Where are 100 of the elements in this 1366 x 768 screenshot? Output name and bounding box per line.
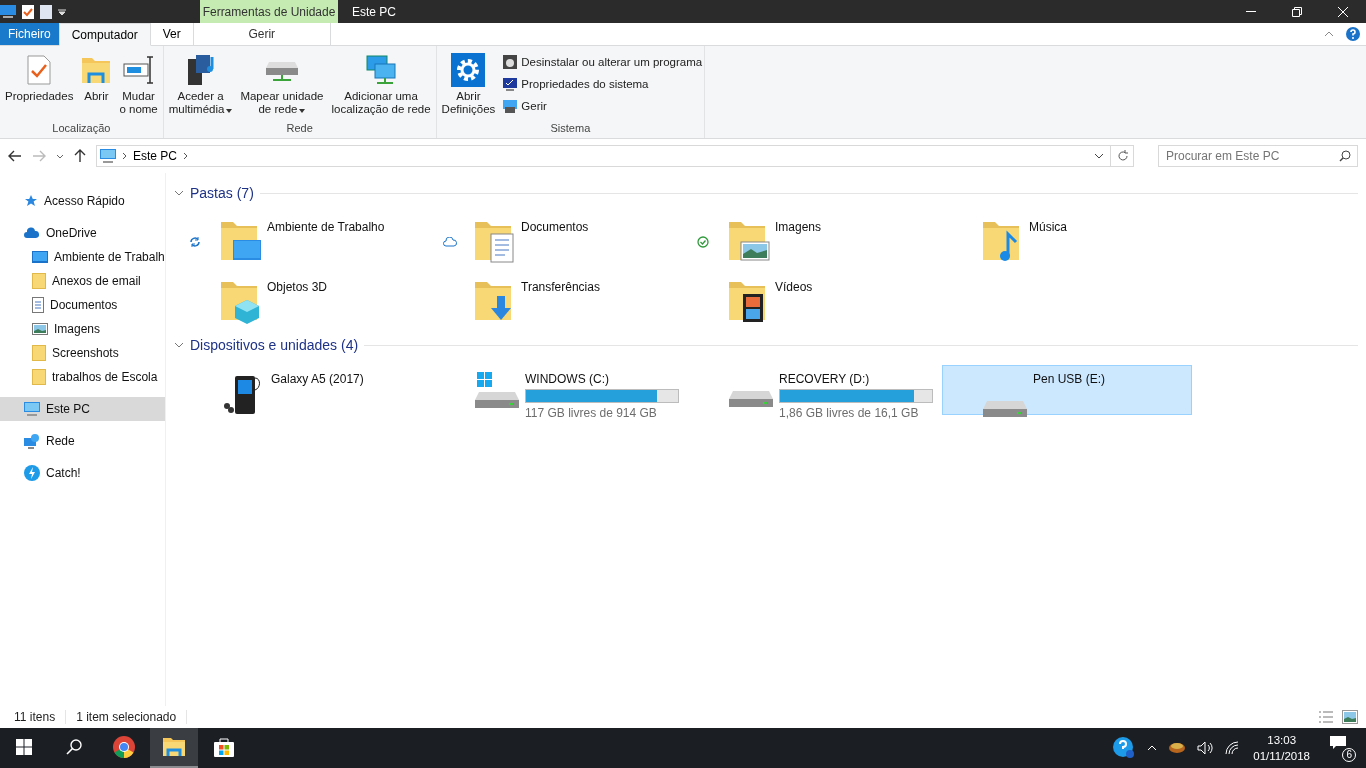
- history-caret-icon[interactable]: [1094, 153, 1104, 159]
- close-icon[interactable]: [1338, 6, 1348, 17]
- ribbon-tab[interactable]: Ver: [150, 23, 193, 45]
- ribbon-command[interactable]: Aceder a multimédia: [165, 50, 236, 120]
- document-icon: [32, 297, 44, 313]
- ribbon-command[interactable]: Abrir: [78, 50, 115, 120]
- ribbon-command[interactable]: Propriedades: [2, 50, 77, 120]
- computer-icon: [100, 149, 116, 163]
- disc-box-icon: [502, 54, 519, 70]
- tiles-view-icon[interactable]: [1342, 710, 1358, 724]
- star-icon: [24, 194, 38, 208]
- ribbon-command[interactable]: Adicionar uma localização de rede: [328, 50, 434, 120]
- ribbon-tab[interactable]: Computador: [58, 23, 151, 46]
- collapse-ribbon-icon[interactable]: [1324, 31, 1334, 37]
- computer-icon: [24, 402, 40, 416]
- network-icon: [365, 54, 398, 86]
- new-folder-icon[interactable]: [40, 4, 52, 19]
- group-label: Rede: [285, 121, 314, 136]
- monitor-check-icon: [502, 76, 519, 92]
- sidebar-item[interactable]: OneDrive: [0, 221, 165, 245]
- breadcrumb-chevron-icon[interactable]: [122, 152, 127, 160]
- sidebar-item[interactable]: Rede: [0, 429, 165, 453]
- computer-icon[interactable]: [0, 4, 16, 19]
- clock[interactable]: 13:03 01/11/2018: [1253, 732, 1310, 764]
- volume-icon[interactable]: [1197, 741, 1214, 755]
- checklist-icon: [27, 55, 52, 85]
- drive-tile[interactable]: WINDOWS (C:) 117 GB livres de 914 GB: [434, 365, 684, 415]
- sidebar-item[interactable]: Catch!: [0, 461, 165, 485]
- folder-tile[interactable]: Transferências: [434, 273, 684, 323]
- folder-icon[interactable]: [162, 737, 186, 757]
- sidebar-item[interactable]: Ambiente de Trabalh: [0, 245, 165, 269]
- folder-tile[interactable]: Ambiente de Trabalho: [180, 213, 430, 263]
- settings-icon: [451, 53, 486, 87]
- properties-icon[interactable]: [22, 4, 34, 19]
- folder-icon: [32, 369, 46, 385]
- show-hidden-icon[interactable]: [1147, 745, 1158, 751]
- breadcrumb-chevron-icon[interactable]: [183, 152, 188, 160]
- ribbon-command[interactable]: Abrir Definições: [438, 50, 499, 120]
- search-field[interactable]: Procurar em Este PC: [1158, 145, 1358, 167]
- ribbon-tab[interactable]: Ficheiro: [0, 23, 59, 45]
- ribbon-command[interactable]: Mapear unidade de rede: [237, 50, 327, 120]
- image-icon: [32, 323, 48, 335]
- sidebar-item[interactable]: Anexos de email: [0, 269, 165, 293]
- bolt-circle-icon: [24, 465, 40, 481]
- help-icon[interactable]: [1346, 27, 1360, 41]
- ribbon-command[interactable]: Gerir: [502, 96, 703, 116]
- collapse-chevron-icon[interactable]: [174, 342, 184, 348]
- notification-count: 6: [1342, 748, 1356, 762]
- notifications-icon[interactable]: [1330, 736, 1346, 750]
- folder-tile[interactable]: Música: [942, 213, 1192, 263]
- sidebar-item[interactable]: trabalhos de Escola: [0, 365, 165, 389]
- sidebar-item[interactable]: Acesso Rápido: [0, 189, 165, 213]
- breadcrumb[interactable]: Este PC: [133, 149, 177, 163]
- folder-icon: [81, 56, 112, 84]
- sidebar-item[interactable]: Documentos: [0, 293, 165, 317]
- rename-icon: [122, 55, 155, 85]
- ribbon-tab[interactable]: Gerir: [192, 23, 331, 45]
- drive-icon: [981, 400, 1029, 418]
- windows-drive-icon: [473, 370, 521, 410]
- store-bag-icon[interactable]: [213, 736, 235, 758]
- window-title: Este PC: [351, 3, 397, 21]
- address-field[interactable]: Este PC: [96, 145, 1134, 167]
- group-label: Localização: [51, 121, 112, 136]
- back-arrow-icon[interactable]: [8, 150, 22, 162]
- refresh-icon[interactable]: [1117, 150, 1129, 162]
- help-tray-icon[interactable]: [1113, 737, 1136, 759]
- computer-manage-icon: [502, 98, 519, 114]
- folder-icon: [32, 273, 46, 289]
- drive-tile[interactable]: Pen USB (E:): [942, 365, 1192, 415]
- folder-icon: [32, 345, 46, 361]
- collapse-chevron-icon[interactable]: [174, 190, 184, 196]
- folder-tile[interactable]: Documentos: [434, 213, 684, 263]
- folder-tile[interactable]: Objetos 3D: [180, 273, 430, 323]
- taskbar-app[interactable]: [150, 728, 198, 768]
- search-icon[interactable]: [66, 739, 82, 755]
- selection-count: 1 item selecionado: [76, 710, 188, 724]
- tray-app-icon[interactable]: [1169, 742, 1186, 754]
- sidebar-item[interactable]: Este PC: [0, 397, 165, 421]
- drive-icon: [727, 390, 775, 408]
- cloud-icon: [24, 227, 40, 239]
- section-header[interactable]: Dispositivos e unidades (4): [190, 337, 359, 353]
- section-header[interactable]: Pastas (7): [190, 185, 254, 201]
- recent-caret-icon[interactable]: [56, 153, 64, 159]
- customize-caret-icon[interactable]: [58, 8, 66, 15]
- item-count: 11 itens: [14, 710, 67, 724]
- windows-start-icon[interactable]: [16, 739, 32, 755]
- folder-tile[interactable]: Imagens: [688, 213, 938, 263]
- up-arrow-icon[interactable]: [74, 149, 86, 163]
- sidebar-item[interactable]: Screenshots: [0, 341, 165, 365]
- sidebar-item[interactable]: Imagens: [0, 317, 165, 341]
- ribbon-command[interactable]: Desinstalar ou alterar um programa: [502, 52, 703, 72]
- ribbon-command[interactable]: Mudar o nome: [116, 50, 161, 120]
- folder-tile[interactable]: Vídeos: [688, 273, 938, 323]
- drive-tile[interactable]: Galaxy A5 (2017): [180, 365, 430, 415]
- restore-icon[interactable]: [1292, 6, 1302, 17]
- group-label: Sistema: [549, 121, 592, 136]
- ribbon-command[interactable]: Propriedades do sistema: [502, 74, 703, 94]
- context-tab-header: Ferramentas de Unidade: [200, 0, 338, 23]
- search-icon[interactable]: [1339, 150, 1351, 162]
- browser-icon[interactable]: [113, 736, 135, 758]
